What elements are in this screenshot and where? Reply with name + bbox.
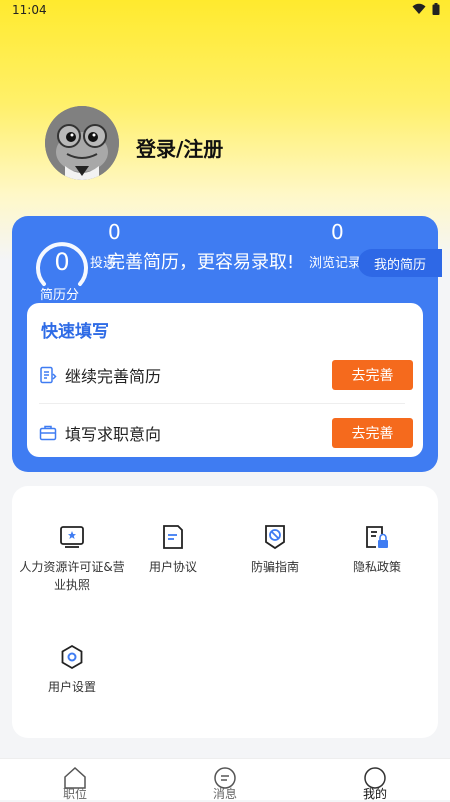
service-user-settings-label: 用户设置 bbox=[47, 680, 96, 694]
tab-messages[interactable]: 消息 bbox=[195, 765, 255, 801]
tab-mine-label: 我的 bbox=[362, 787, 387, 801]
resume-score-value: 0 bbox=[54, 248, 70, 276]
service-user-agreement-label: 用户协议 bbox=[148, 560, 197, 574]
privacy-lock-icon bbox=[366, 526, 388, 548]
frog-avatar-icon bbox=[45, 106, 119, 180]
service-user-settings[interactable]: 用户设置 bbox=[19, 644, 125, 696]
settings-hexagon-icon bbox=[61, 644, 83, 670]
avatar[interactable] bbox=[45, 106, 119, 180]
job-intention-button[interactable]: 去完善 bbox=[332, 418, 413, 448]
service-license-label: 人力资源许可证&营业执照 bbox=[19, 560, 125, 592]
wifi-icon bbox=[412, 3, 426, 14]
resume-card: 0 简历分 0 投递 0 浏览记录 完善简历，更容易录取! 我的简历 快速填写 … bbox=[12, 216, 442, 472]
continue-resume-label: 继续完善简历 bbox=[65, 367, 162, 386]
continue-resume-row[interactable]: 继续完善简历 去完善 bbox=[39, 355, 413, 395]
resume-promo-text: 完善简历，更容易录取! bbox=[107, 252, 295, 273]
status-bar: 11:04 bbox=[0, 0, 450, 22]
service-anti-fraud[interactable]: 防骗指南 bbox=[222, 524, 328, 576]
status-time: 11:04 bbox=[12, 3, 47, 17]
applied-count[interactable]: 0 bbox=[108, 220, 121, 244]
service-anti-fraud-label: 防骗指南 bbox=[250, 560, 299, 574]
system-icons bbox=[412, 3, 440, 15]
tab-jobs[interactable]: 职位 bbox=[45, 765, 105, 801]
service-privacy-policy-label: 隐私政策 bbox=[352, 560, 401, 574]
job-intention-label: 填写求职意向 bbox=[65, 425, 162, 444]
agreement-document-icon bbox=[163, 525, 183, 549]
service-license[interactable]: 人力资源许可证&营业执照 bbox=[19, 524, 125, 594]
services-panel: 人力资源许可证&营业执照 用户协议 防骗指南 隐私政策 用户设置 bbox=[12, 486, 438, 738]
tab-jobs-label: 职位 bbox=[62, 787, 87, 801]
edit-document-icon bbox=[40, 366, 57, 384]
login-register-link[interactable]: 登录/注册 bbox=[136, 133, 223, 162]
quick-fill-title: 快速填写 bbox=[41, 322, 109, 342]
resume-score-label: 简历分 bbox=[40, 288, 80, 303]
briefcase-icon bbox=[39, 425, 57, 441]
tab-messages-label: 消息 bbox=[212, 787, 237, 801]
anti-fraud-shield-icon bbox=[265, 525, 285, 550]
service-user-agreement[interactable]: 用户协议 bbox=[120, 524, 226, 576]
continue-resume-button[interactable]: 去完善 bbox=[332, 360, 413, 390]
divider bbox=[39, 403, 405, 404]
my-resume-button[interactable]: 我的简历 bbox=[358, 249, 442, 277]
battery-icon bbox=[432, 3, 440, 15]
job-intention-row[interactable]: 填写求职意向 去完善 bbox=[39, 413, 413, 453]
bottom-tab-bar: 职位 消息 我的 bbox=[0, 758, 450, 801]
service-privacy-policy[interactable]: 隐私政策 bbox=[324, 524, 430, 576]
quick-fill-panel: 快速填写 继续完善简历 去完善 填写求职意向 去完善 bbox=[27, 303, 423, 457]
browse-history-count[interactable]: 0 bbox=[331, 220, 344, 244]
tab-mine[interactable]: 我的 bbox=[345, 765, 405, 801]
browse-history-label[interactable]: 浏览记录 bbox=[309, 252, 361, 271]
license-icon bbox=[60, 526, 84, 548]
